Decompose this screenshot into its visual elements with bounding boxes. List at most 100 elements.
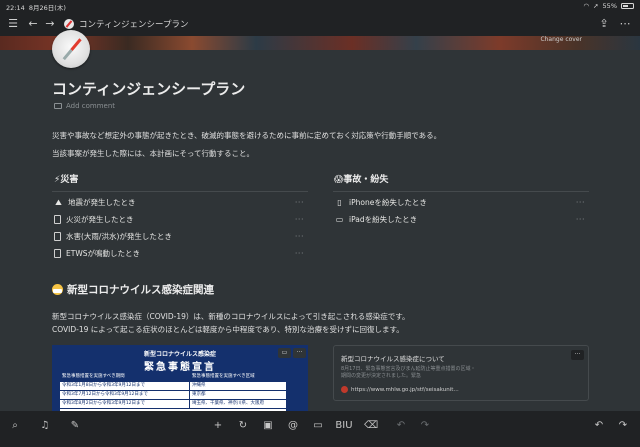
page-title[interactable]: コンティンジェンシープラン (52, 78, 245, 99)
mask-face-icon (52, 284, 63, 295)
image-table-row: 令和3年8月2日から令和3年9月12日まで 埼玉県、千葉県、神奈川県、大阪府 (60, 400, 286, 409)
image-table-header-cell: 緊急事態措置を実施すべき期間 (60, 373, 190, 381)
image-table: 緊急事態措置を実施すべき期間 緊急事態措置を実施すべき区域 令和3年1月8日から… (60, 373, 286, 413)
item-more-icon[interactable]: ··· (295, 198, 304, 207)
list-item-label: 火災が発生したとき (66, 215, 134, 224)
covid-paragraph-1[interactable]: 新型コロナウイルス感染症（COVID-19）は、新種のコロナウイルスによって引き… (52, 311, 410, 322)
image-more-icon[interactable]: ··· (293, 348, 306, 358)
turn-into-icon[interactable]: ↻ (236, 419, 250, 433)
redo-icon[interactable]: ↷ (418, 419, 432, 433)
list-item[interactable]: ETWSが鳴動したとき ··· (54, 246, 308, 261)
battery-icon (621, 3, 634, 9)
breadcrumb-label: コンティンジェンシープラン (79, 20, 189, 30)
accident-divider (333, 191, 589, 192)
compass-page-icon[interactable] (52, 30, 90, 68)
intro-paragraph-2[interactable]: 当該事案が発生した際には、本計画にそって行動すること。 (52, 148, 254, 159)
status-date: 8月26日(木) (28, 4, 66, 12)
image-table-cell: 令和3年7月12日から令和3年9月12日まで (60, 391, 190, 399)
hamburger-icon[interactable]: ☰ (6, 17, 20, 31)
image-icon[interactable]: ▣ (261, 419, 275, 433)
list-item-label: ETWSが鳴動したとき (66, 249, 140, 258)
page-icon (54, 232, 61, 241)
list-item[interactable]: ⛰ 地震が発生したとき ··· (54, 195, 308, 210)
item-more-icon[interactable]: ··· (295, 249, 304, 258)
change-cover-button[interactable]: Change cover (540, 36, 582, 43)
earthquake-icon: ⛰ (55, 197, 62, 207)
disaster-divider (52, 191, 308, 192)
breadcrumb[interactable]: コンティンジェンシープラン (64, 18, 188, 30)
comment-icon[interactable]: ▭ (311, 419, 325, 433)
intro-paragraph-1[interactable]: 災害や事故など想定外の事態が起きたとき、破滅的事態を避けるために事前に定めておく… (52, 130, 441, 141)
text-style-icon[interactable]: BIU (333, 419, 355, 433)
bookmark-card[interactable]: 新型コロナウイルス感染症について 8月17日、緊急事態宣言及びまん延防止等重点措… (333, 345, 589, 401)
emergency-declaration-image[interactable]: 新型コロナウイルス感染症 緊急事態宣言 ▭ ··· 緊急事態措置を実施すべき期間… (52, 345, 308, 413)
image-table-cell: 令和3年1月8日から令和3年9月12日まで (60, 382, 190, 390)
item-more-icon[interactable]: ··· (576, 198, 585, 207)
search-icon[interactable]: ⌕ (8, 419, 22, 433)
battery-percent: 55% (602, 2, 617, 10)
add-comment-button[interactable]: Add comment (54, 102, 115, 110)
disaster-heading[interactable]: ⚡災害 (54, 172, 78, 185)
page-icon (54, 215, 61, 224)
image-table-header: 緊急事態措置を実施すべき期間 緊急事態措置を実施すべき区域 (60, 373, 286, 382)
status-right: ◠ ➚ 55% (583, 2, 634, 10)
list-item-label: iPhoneを紛失したとき (349, 198, 427, 207)
item-more-icon[interactable]: ··· (295, 232, 304, 241)
bottom-toolbar: ⌕ ♫ ✎ + ↻ ▣ @ ▭ BIU ⌫ ↶ ↷ ↶ ↷ (0, 411, 640, 447)
undo-icon-right[interactable]: ↶ (592, 419, 606, 433)
accident-heading[interactable]: 😱事故・紛失 (334, 172, 388, 185)
compass-needle-red (70, 38, 82, 51)
bookmark-url: https://www.mhlw.go.jp/stf/seisakunit... (341, 386, 459, 393)
list-item[interactable]: ▯ iPhoneを紛失したとき ··· (335, 195, 589, 210)
image-sup-title: 新型コロナウイルス感染症 (143, 351, 216, 358)
compass-icon (64, 19, 74, 29)
mention-icon[interactable]: @ (286, 419, 300, 433)
phone-icon: ▯ (337, 198, 342, 207)
page-icon (54, 249, 61, 258)
share-icon[interactable]: ⇪ (597, 17, 611, 31)
plus-icon[interactable]: + (211, 419, 225, 433)
list-item[interactable]: ▭ iPadを紛失したとき ··· (335, 212, 589, 227)
bookmark-more-icon[interactable]: ··· (571, 350, 584, 360)
covid-heading[interactable]: 新型コロナウイルス感染症関連 (52, 282, 214, 297)
item-more-icon[interactable]: ··· (576, 215, 585, 224)
location-icon: ➚ (593, 2, 599, 10)
status-left: 22:14 8月26日(木) (6, 2, 66, 12)
item-more-icon[interactable]: ··· (295, 215, 304, 224)
image-table-cell: 埼玉県、千葉県、神奈川県、大阪府 (192, 401, 264, 406)
list-item-label: 地震が発生したとき (68, 198, 136, 207)
favicon-icon (341, 386, 348, 393)
add-comment-label: Add comment (66, 102, 116, 110)
status-bar: 22:14 8月26日(木) ◠ ➚ 55% (0, 0, 640, 12)
covid-heading-label: 新型コロナウイルス感染症関連 (67, 284, 214, 296)
arrow-left-icon[interactable]: ← (26, 17, 40, 31)
image-table-header-cell: 緊急事態措置を実施すべき区域 (192, 374, 255, 379)
wifi-icon: ◠ (583, 2, 590, 10)
trash-icon[interactable]: ⌫ (364, 419, 378, 433)
undo-icon[interactable]: ↶ (394, 419, 408, 433)
list-item-label: 水害(大雨/洪水)が発生したとき (66, 232, 172, 241)
list-item[interactable]: 水害(大雨/洪水)が発生したとき ··· (54, 229, 308, 244)
bookmark-description: 8月17日、緊急事態宣言及びまん延防止等重点措置の区域・期間の変更が決定されまし… (341, 366, 476, 379)
compose-icon[interactable]: ✎ (68, 419, 82, 433)
list-item[interactable]: 火災が発生したとき ··· (54, 212, 308, 227)
list-item-label: iPadを紛失したとき (349, 215, 418, 224)
image-table-row: 令和3年1月8日から令和3年9月12日まで 沖縄県 (60, 382, 286, 391)
more-icon[interactable]: ⋯ (618, 17, 632, 31)
battery-fill (623, 5, 628, 7)
image-title: 緊急事態宣言 (144, 362, 216, 373)
status-time: 22:14 (6, 4, 25, 12)
top-bar: ☰ ← → コンティンジェンシープラン ⇪ ⋯ (0, 12, 640, 36)
bell-icon[interactable]: ♫ (38, 419, 52, 433)
image-table-row: 令和3年7月12日から令和3年9月12日まで 東京都 (60, 391, 286, 400)
arrow-right-icon[interactable]: → (43, 17, 57, 31)
image-comment-icon[interactable]: ▭ (278, 348, 291, 358)
comment-icon (54, 103, 62, 109)
image-table-cell: 沖縄県 (192, 383, 206, 388)
covid-paragraph-2[interactable]: COVID-19 によって起こる症状のほとんどは軽度から中程度であり、特別な治療… (52, 324, 404, 335)
tablet-icon: ▭ (335, 215, 344, 224)
image-table-cell: 令和3年8月2日から令和3年9月12日まで (60, 400, 190, 408)
image-table-cell: 東京都 (192, 392, 206, 397)
redo-icon-right[interactable]: ↷ (616, 419, 630, 433)
compass-needle-grey (62, 49, 73, 61)
